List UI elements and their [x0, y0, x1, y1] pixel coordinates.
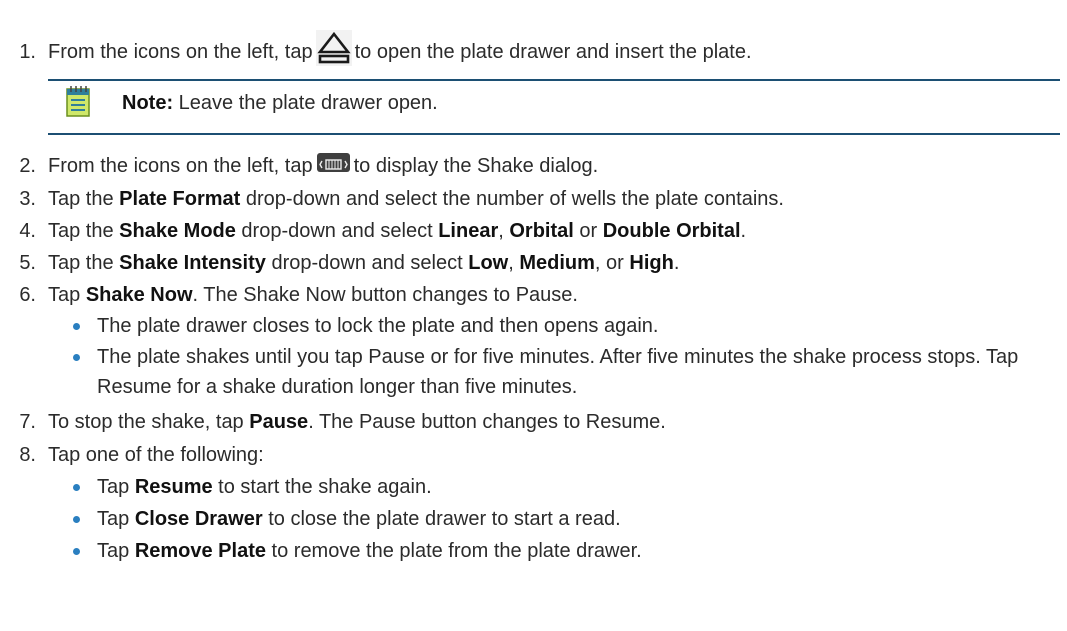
step-text: From the icons on the left, tap	[48, 155, 313, 177]
step-text: , or	[594, 252, 630, 274]
bullet-dot	[73, 516, 80, 523]
step-text: ,	[498, 220, 510, 242]
bullet-text: Tap	[97, 508, 135, 530]
bullet-dot	[73, 323, 80, 330]
step-text: Tap the	[48, 220, 120, 242]
ui-term: Remove Plate	[134, 540, 266, 562]
bullet-text: The plate shakes until you tap Pause or …	[97, 346, 1019, 398]
ui-term: Linear	[438, 220, 499, 242]
step-text: Tap one of the following:	[48, 444, 264, 466]
ui-term: Resume	[134, 476, 213, 498]
step-number: 1.	[19, 41, 36, 63]
step-number: 5.	[19, 252, 36, 274]
step-text: drop-down and select	[265, 252, 469, 274]
note-icon	[66, 85, 90, 117]
step-text: drop-down and select	[235, 220, 439, 242]
ui-term: Shake Mode	[119, 220, 236, 242]
ui-term: Low	[468, 252, 509, 274]
step-text: Tap the	[48, 252, 120, 274]
list-item: The plate drawer closes to lock the plat…	[73, 311, 1057, 341]
step-number: 8.	[19, 444, 36, 466]
note-body: Leave the plate drawer open.	[173, 92, 438, 114]
bullet-text: to remove the plate from the plate drawe…	[265, 540, 642, 562]
step-text: to open the plate drawer and insert the …	[354, 41, 752, 63]
bullet-text: Tap	[97, 540, 135, 562]
ui-term: Orbital	[509, 220, 574, 242]
step-text: Tap the	[48, 188, 120, 210]
ui-term: Pause	[249, 411, 309, 433]
bullet-text: to start the shake again.	[212, 476, 432, 498]
step-number: 7.	[19, 411, 36, 433]
step-text: to display the Shake dialog.	[353, 155, 599, 177]
note-text: Note: Leave the plate drawer open.	[122, 89, 438, 117]
list-item: Tap Remove Plate to remove the plate fro…	[73, 536, 1057, 566]
step-text: .	[673, 252, 680, 274]
step-number: 2.	[19, 155, 36, 177]
ui-term: Shake Now	[85, 284, 193, 306]
ui-term: Medium	[519, 252, 595, 274]
step-text: Tap	[48, 284, 86, 306]
ui-term: Shake Intensity	[119, 252, 266, 274]
step-text: To stop the shake, tap	[48, 411, 250, 433]
bullet-text: The plate drawer closes to lock the plat…	[97, 315, 659, 337]
procedure-document: 1. From the icons on the left, tap to ope…	[0, 0, 1067, 631]
list-item: Tap Close Drawer to close the plate draw…	[73, 504, 1057, 534]
bullet-dot	[73, 354, 80, 361]
bullet-dot	[73, 484, 80, 491]
step-text: . The Shake Now button changes to Pause.	[192, 284, 578, 306]
list-item: The plate shakes until you tap Pause or …	[73, 342, 1057, 402]
ui-term: Close Drawer	[134, 508, 263, 530]
bullet-text: Tap	[97, 476, 135, 498]
step-number: 6.	[19, 284, 36, 306]
ui-term: Plate Format	[119, 188, 241, 210]
list-item: Tap Resume to start the shake again.	[73, 472, 1057, 502]
step-text: ,	[508, 252, 520, 274]
step-text: or	[573, 220, 603, 242]
ui-term: High	[629, 252, 674, 274]
note-callout: Note: Leave the plate drawer open.	[48, 79, 1060, 135]
bullet-dot	[73, 548, 80, 555]
step-number: 4.	[19, 220, 36, 242]
eject-icon	[315, 29, 352, 66]
step-text: From the icons on the left, tap	[48, 41, 313, 63]
shake-icon	[316, 153, 350, 173]
step-text: . The Pause button changes to Resume.	[308, 411, 666, 433]
step-text: drop-down and select the number of wells…	[240, 188, 784, 210]
ui-term: Double Orbital	[602, 220, 741, 242]
note-label: Note:	[122, 92, 174, 114]
step-text: .	[740, 220, 747, 242]
bullet-text: to close the plate drawer to start a rea…	[262, 508, 621, 530]
step-number: 3.	[19, 188, 36, 210]
